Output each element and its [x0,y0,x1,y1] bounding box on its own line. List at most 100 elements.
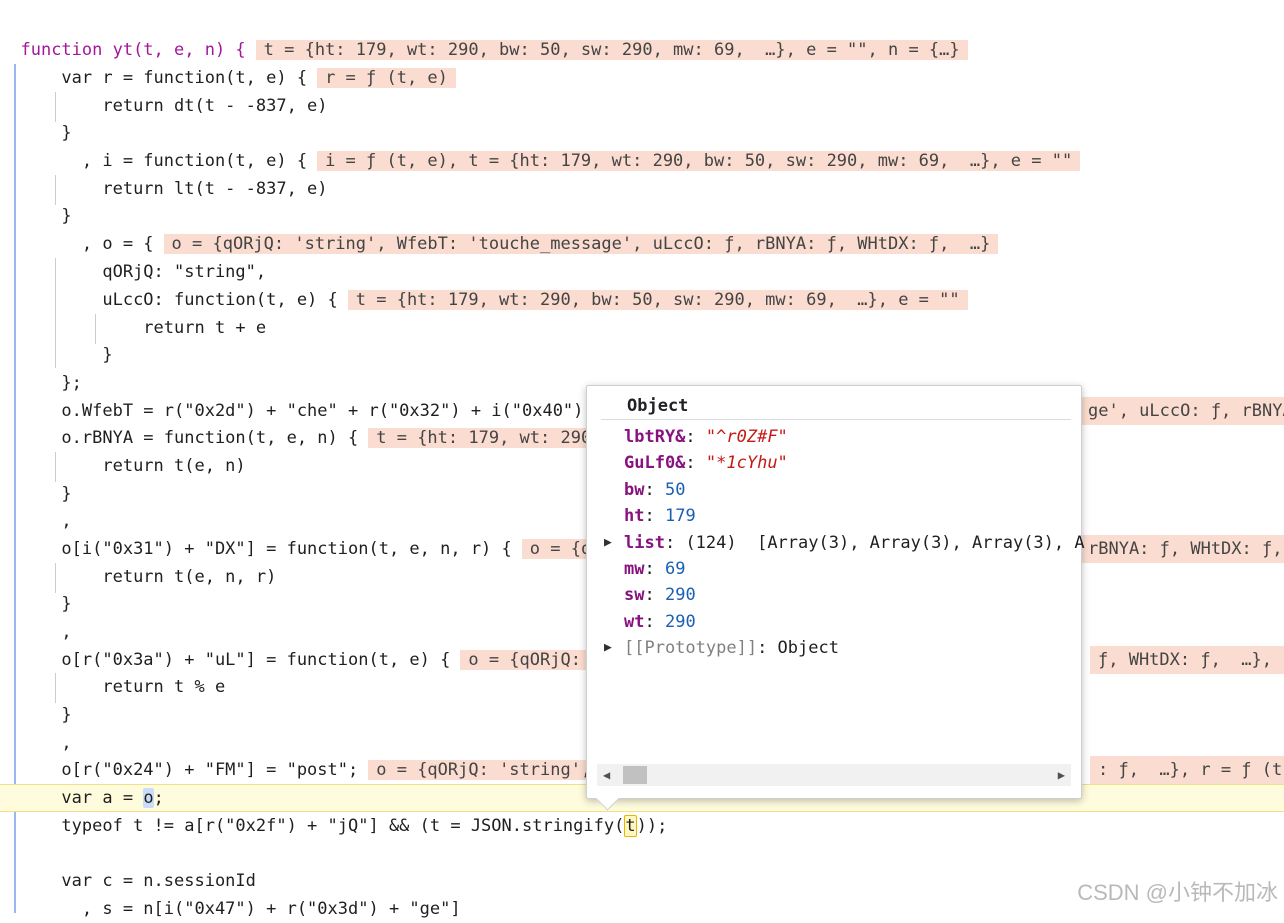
inline-value: rBNYA: ƒ, WHtDX: ƒ, [1080,535,1284,563]
code-text: function yt(t, e, n) { [20,40,246,60]
property-value: 50 [664,480,686,500]
inline-value: i = ƒ (t, e), t = {ht: 179, wt: 290, bw:… [317,151,1081,171]
code-line[interactable]: , i = function(t, e) {i = ƒ (t, e), t = … [0,147,1284,175]
code-text: , [20,733,72,753]
code-line[interactable]: , o = {o = {qORjQ: 'string', WfebT: 'tou… [0,230,1284,258]
code-text: o[r("0x3a") + "uL"] = function(t, e) { [20,650,451,670]
code-text: ; [153,788,164,808]
object-property[interactable]: sw: 290 [624,582,696,608]
property-separator: : [644,506,665,526]
property-key: GuLf0& [624,453,686,473]
code-text: var c = n.sessionId [20,871,256,891]
property-key: sw [624,585,645,605]
code-text: return t + e [20,318,267,338]
inline-value: o = {qORjQ: 'string', [368,760,600,780]
code-line[interactable]: return t + e [0,314,1284,342]
object-preview-popover[interactable]: Object lbtRY&: "^r0Z#F" GuLf0&: "*1cYhu"… [586,385,1085,811]
object-property[interactable]: GuLf0&: "*1cYhu" [624,450,788,476]
code-text: } [20,594,72,614]
property-key: ht [624,506,645,526]
code-line[interactable]: function yt(t, e, n) { t = {ht: 179, wt: … [0,36,1284,64]
code-text: return t(e, n) [20,456,246,476]
code-text: uLccO: function(t, e) { [20,290,338,310]
property-value: Object [777,638,839,658]
code-text: , [20,622,72,642]
code-text: } [20,484,72,504]
property-value: 290 [664,585,696,605]
code-text: } [20,206,72,226]
property-separator: : [757,638,778,658]
scroll-left-icon[interactable]: ◀ [603,768,610,782]
code-text: , s = n[i("0x47") + r("0x3d") + "ge"] [20,899,461,919]
code-text: } [20,123,72,143]
code-text: o[r("0x24") + "FM"] = "post"; [20,760,359,780]
code-text: o[i("0x31") + "DX"] = function(t, e, n, … [20,539,512,559]
hovered-variable[interactable]: o [143,788,154,808]
scroll-right-icon[interactable]: ▶ [1058,768,1065,782]
code-text: return dt(t - -837, e) [20,96,328,116]
code-text: return t % e [20,677,226,697]
property-separator: : [644,585,665,605]
triangle-right-icon[interactable]: ▶ [604,530,612,556]
object-prototype[interactable]: ▶ [[Prototype]]: Object [604,635,839,661]
code-text: o.WfebT = r("0x2d") + "che" + r("0x32") … [20,401,615,421]
code-line[interactable]: return dt(t - -837, e) [0,92,1284,120]
property-separator: : [664,533,686,553]
triangle-right-icon[interactable]: ▶ [604,635,612,661]
code-line[interactable]: } [0,341,1284,369]
inline-value: : ƒ, …}, r = ƒ (t, [1090,756,1284,784]
property-value: 69 [664,559,686,579]
inline-value: t = {ht: 179, wt: 290, [368,428,610,448]
code-text: var a = [20,788,144,808]
property-key: list [624,533,665,553]
code-line[interactable]: uLccO: function(t, e) { t = {ht: 179, wt:… [0,286,1284,314]
code-text: return lt(t - -837, e) [20,179,328,199]
code-line[interactable]: qORjQ: "string", [0,258,1284,286]
property-value: 179 [664,506,696,526]
property-value: "^r0Z#F" [705,427,788,447]
object-property[interactable]: mw: 69 [624,556,685,582]
scrollbar-thumb[interactable] [623,766,647,784]
property-separator: : [644,612,665,632]
property-key: mw [624,559,645,579]
code-line[interactable]: return lt(t - -837, e) [0,175,1284,203]
property-key: [[Prototype]] [624,638,758,658]
property-value: 290 [664,612,696,632]
code-text: qORjQ: "string", [20,262,267,282]
code-line[interactable]: } [0,119,1284,147]
code-text: } [20,705,72,725]
divider [601,419,1071,420]
code-text: o.rBNYA = function(t, e, n) { [20,428,359,448]
property-separator: : [644,559,665,579]
property-value: "*1cYhu" [705,453,788,473]
object-property[interactable]: lbtRY&: "^r0Z#F" [624,424,788,450]
inline-value: t = {ht: 179, wt: 290, bw: 50, sw: 290, … [255,40,968,60]
code-line[interactable] [0,840,1284,868]
highlighted-variable[interactable]: t [624,815,637,837]
property-key: lbtRY& [624,427,686,447]
code-text: , [20,511,72,531]
code-text: } [20,345,113,365]
code-text: return t(e, n, r) [20,567,277,587]
property-key: bw [624,480,645,500]
object-property[interactable]: bw: 50 [624,477,685,503]
code-line[interactable]: var r = function(t, e) { r = ƒ (t, e) [0,64,1284,92]
object-property[interactable]: wt: 290 [624,609,696,635]
code-text: )); [636,816,668,836]
inline-value: o = {qORjQ: 'string', WfebT: 'touche_mes… [163,234,999,254]
property-separator: : [685,427,706,447]
code-line[interactable]: typeof t != a[r("0x2f") + "jQ"] && (t = … [0,812,1284,840]
code-text: var r = function(t, e) { [20,68,308,88]
property-key: wt [624,612,645,632]
object-property[interactable]: ht: 179 [624,503,696,529]
property-value: (124) [Array(3), Array(3), Array(3), A [685,533,1085,553]
inline-value: t = {ht: 179, wt: 290, bw: 50, sw: 290, … [347,290,968,310]
code-line[interactable]: } [0,202,1284,230]
popover-title: Object [627,396,689,416]
property-separator: : [685,453,706,473]
property-separator: : [644,480,665,500]
horizontal-scrollbar[interactable]: ◀ ▶ [597,764,1071,786]
object-property-list[interactable]: ▶ list: (124) [Array(3), Array(3), Array(… [604,530,1085,556]
inline-value: ƒ, WHtDX: ƒ, …}, r [1090,646,1284,674]
inline-value: r = ƒ (t, e) [317,68,456,88]
